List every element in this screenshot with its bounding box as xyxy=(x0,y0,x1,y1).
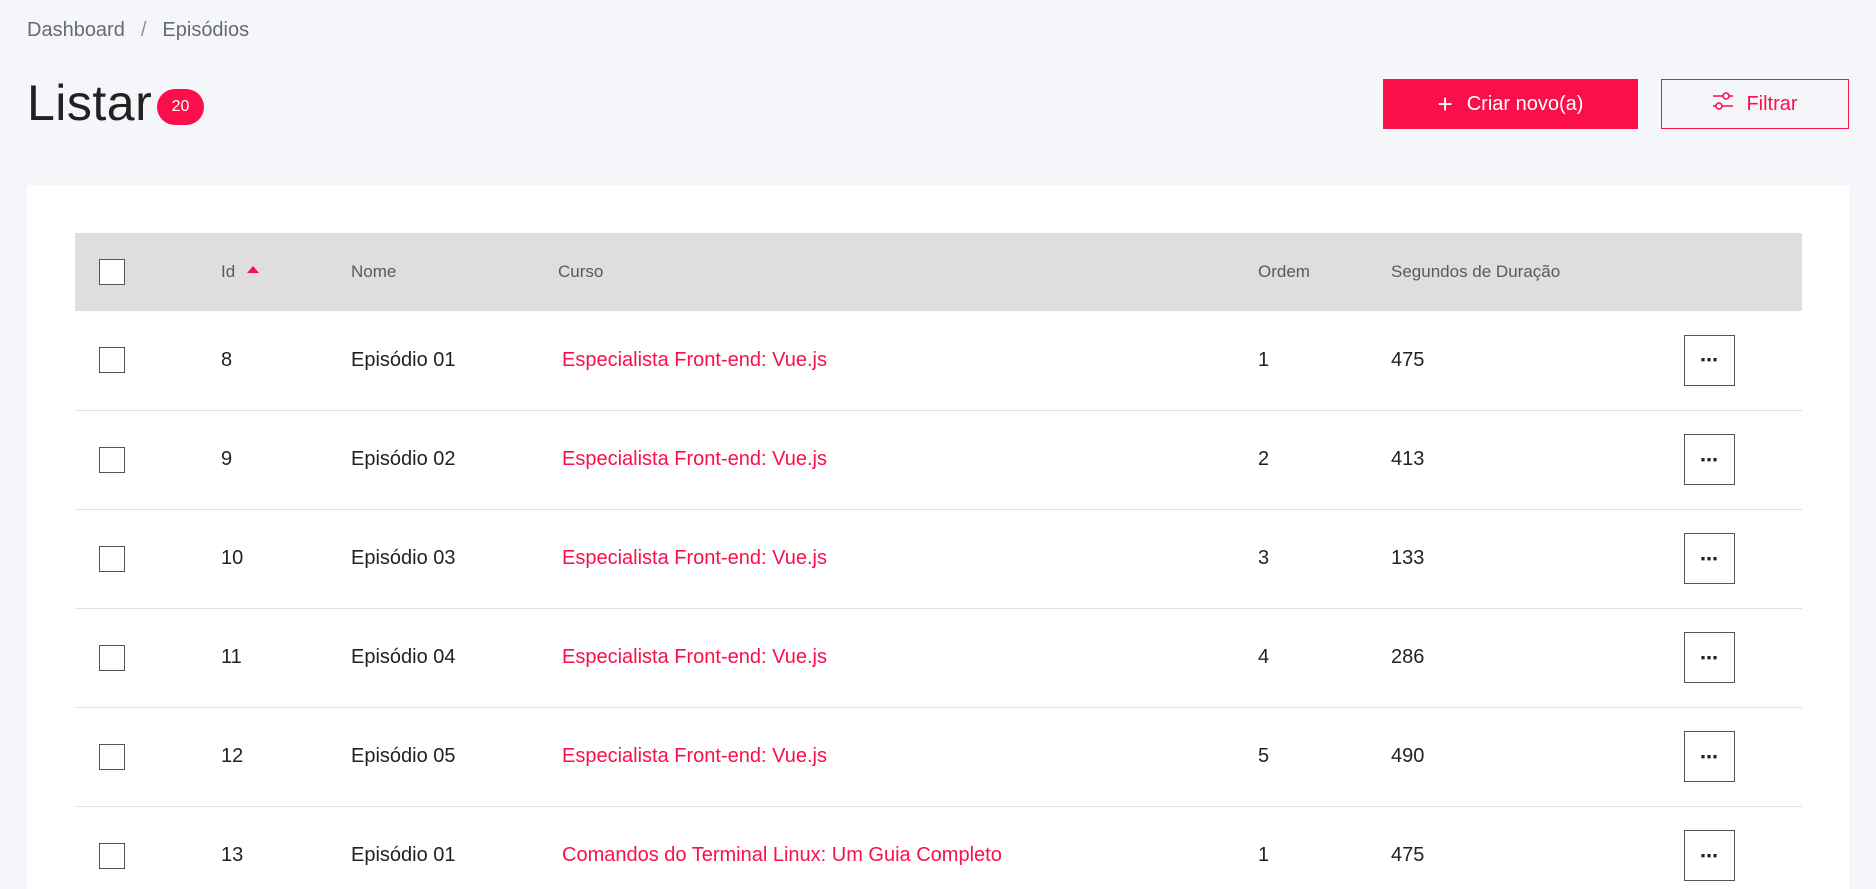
select-all-checkbox[interactable] xyxy=(99,259,125,285)
cell-ordem: 4 xyxy=(1258,646,1270,668)
cell-nome: Episódio 02 xyxy=(351,448,456,470)
episodes-table: Id Nome Curso Ordem Segundos de Duração … xyxy=(75,233,1802,889)
filter-label: Filtrar xyxy=(1746,92,1798,115)
count-badge: 20 xyxy=(157,89,204,125)
row-checkbox[interactable] xyxy=(99,545,125,572)
sort-ascending-icon xyxy=(247,266,260,274)
table-row: 12 Episódio 05 Especialista Front-end: V… xyxy=(75,707,1802,806)
row-actions-button[interactable]: ⋯ xyxy=(1684,632,1735,683)
cell-nome: Episódio 01 xyxy=(351,348,456,371)
column-header-id[interactable]: Id xyxy=(221,233,351,311)
column-header-ordem: Ordem xyxy=(1258,262,1310,281)
cell-curso-link[interactable]: Especialista Front-end: Vue.js xyxy=(558,509,1258,608)
cell-curso-link[interactable]: Comandos do Terminal Linux: Um Guia Comp… xyxy=(558,806,1258,889)
cell-segundos: 475 xyxy=(1391,844,1425,866)
filter-button[interactable]: Filtrar xyxy=(1661,79,1849,129)
row-actions-button[interactable]: ⋯ xyxy=(1684,434,1735,485)
cell-curso-link[interactable]: Especialista Front-end: Vue.js xyxy=(558,311,1258,410)
cell-nome: Episódio 05 xyxy=(351,745,456,767)
breadcrumb-current: Episódios xyxy=(162,19,250,41)
table-row: 11 Episódio 04 Especialista Front-end: V… xyxy=(75,608,1802,707)
cell-curso-link[interactable]: Especialista Front-end: Vue.js xyxy=(558,608,1258,707)
cell-segundos: 475 xyxy=(1391,348,1425,371)
row-actions-button[interactable]: ⋯ xyxy=(1684,731,1735,782)
table-card: Id Nome Curso Ordem Segundos de Duração … xyxy=(27,185,1849,889)
table-row: 10 Episódio 03 Especialista Front-end: V… xyxy=(75,509,1802,608)
sliders-icon xyxy=(1712,91,1734,117)
table-row: 9 Episódio 02 Especialista Front-end: Vu… xyxy=(75,410,1802,509)
row-checkbox[interactable] xyxy=(99,842,125,869)
cell-nome: Episódio 03 xyxy=(351,547,456,569)
column-header-actions xyxy=(1684,233,1802,311)
cell-curso-label: Especialista Front-end: Vue.js xyxy=(562,646,827,668)
cell-segundos: 133 xyxy=(1391,547,1425,569)
cell-ordem: 1 xyxy=(1258,844,1270,866)
cell-segundos: 490 xyxy=(1391,745,1425,767)
breadcrumb-dashboard[interactable]: Dashboard xyxy=(27,19,125,42)
plus-icon: + xyxy=(1437,89,1453,119)
cell-ordem: 2 xyxy=(1258,448,1270,470)
cell-curso-label: Especialista Front-end: Vue.js xyxy=(562,448,827,470)
page-title: Listar xyxy=(27,75,153,131)
cell-id: 9 xyxy=(221,448,233,470)
row-checkbox[interactable] xyxy=(99,446,125,473)
row-actions-button[interactable]: ⋯ xyxy=(1684,334,1735,386)
row-actions-button[interactable]: ⋯ xyxy=(1684,830,1735,881)
cell-segundos: 413 xyxy=(1391,448,1425,470)
cell-ordem: 5 xyxy=(1258,745,1270,767)
page: Dashboard / Episódios Listar 20 + Criar … xyxy=(0,0,1876,889)
breadcrumb: Dashboard / Episódios xyxy=(27,19,249,42)
create-new-button[interactable]: + Criar novo(a) xyxy=(1383,79,1638,129)
cell-curso-label: Especialista Front-end: Vue.js xyxy=(562,547,827,569)
column-header-id-label: Id xyxy=(221,262,236,281)
create-new-label: Criar novo(a) xyxy=(1466,92,1584,115)
cell-ordem: 1 xyxy=(1258,348,1270,371)
row-checkbox[interactable] xyxy=(99,644,125,671)
cell-id: 8 xyxy=(221,348,233,371)
table-row: 13 Episódio 01 Comandos do Terminal Linu… xyxy=(75,806,1802,889)
column-header-segundos: Segundos de Duração xyxy=(1391,262,1561,281)
cell-ordem: 3 xyxy=(1258,547,1270,569)
cell-nome: Episódio 04 xyxy=(351,646,456,668)
row-checkbox[interactable] xyxy=(99,347,125,374)
cell-id: 12 xyxy=(221,745,244,767)
breadcrumb-separator: / xyxy=(140,19,147,41)
cell-id: 13 xyxy=(221,844,244,866)
cell-curso-link[interactable]: Especialista Front-end: Vue.js xyxy=(558,707,1258,806)
table-row: 8 Episódio 01 Especialista Front-end: Vu… xyxy=(75,311,1802,410)
cell-curso-label: Comandos do Terminal Linux: Um Guia Comp… xyxy=(562,844,1002,866)
cell-segundos: 286 xyxy=(1391,646,1425,668)
table-header-row: Id Nome Curso Ordem Segundos de Duração xyxy=(75,233,1802,311)
cell-id: 11 xyxy=(221,646,242,668)
cell-id: 10 xyxy=(221,547,244,569)
cell-nome: Episódio 01 xyxy=(351,844,456,866)
column-header-nome: Nome xyxy=(351,262,397,281)
cell-curso-label: Especialista Front-end: Vue.js xyxy=(562,348,827,371)
row-checkbox[interactable] xyxy=(99,743,125,770)
cell-curso-link[interactable]: Especialista Front-end: Vue.js xyxy=(558,410,1258,509)
cell-curso-label: Especialista Front-end: Vue.js xyxy=(562,745,827,767)
row-actions-button[interactable]: ⋯ xyxy=(1684,533,1735,584)
column-header-curso: Curso xyxy=(558,262,604,281)
